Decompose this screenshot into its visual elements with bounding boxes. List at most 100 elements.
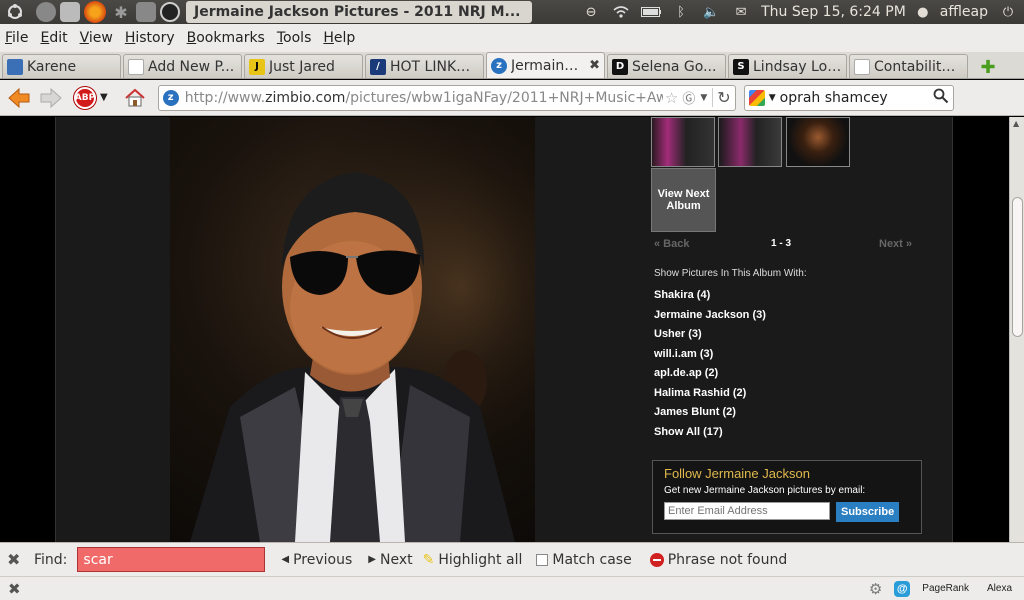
firefox-icon[interactable] [84,1,106,23]
person-link[interactable]: Usher (3) [654,328,766,348]
show-all-link[interactable]: Show All (17) [654,426,766,446]
tab-karene[interactable]: Karene [2,54,121,78]
tab-close-icon[interactable]: ✖ [589,58,600,73]
camera-icon[interactable] [160,2,180,22]
volume-icon[interactable]: 🔈 [701,4,721,20]
view-next-album-button[interactable]: View Next Album [651,168,716,232]
shutdown-icon[interactable]: ⏻ [998,4,1018,20]
reload-icon[interactable]: ↻ [712,88,731,107]
person-link[interactable]: Shakira (4) [654,289,766,309]
tab-label: Contabilitate [874,58,963,75]
match-case-checkbox[interactable]: Match case [536,552,632,568]
navigation-bar: ABP ▼ z http://www.zimbio.com/pictures/w… [0,80,1024,116]
find-next-button[interactable]: ▶ Next [368,552,412,568]
at-sign-icon[interactable]: @ [894,580,911,597]
vertical-scrollbar[interactable]: ▲ [1009,117,1024,542]
search-bar[interactable]: ▼ oprah shamcey [743,84,954,111]
person-link[interactable]: will.i.am (3) [654,348,766,368]
menu-file[interactable]: File [5,30,28,46]
menu-help[interactable]: Help [323,30,355,46]
status-bar: ✖ ⚙ @ PageRank Alexa [0,576,1024,600]
menu-edit[interactable]: Edit [40,30,67,46]
google-c-icon[interactable]: Ⓖ [682,88,695,107]
tab-jermaine[interactable]: z Jermaine... ✖ [486,52,605,78]
forward-arrow-icon[interactable] [38,85,64,111]
scrollbar-thumb[interactable] [1012,197,1023,337]
mail-icon[interactable]: ✉ [731,4,751,20]
checkbox[interactable] [536,553,549,566]
scroll-up-icon[interactable]: ▲ [1013,119,1019,128]
top-panel: ✱ Jermaine Jackson Pictures - 2011 NRJ M… [0,0,1024,24]
tab-just-jared[interactable]: J Just Jared [244,54,363,78]
google-search-engine-icon[interactable] [748,89,765,106]
user-icon[interactable]: ● [916,4,930,20]
chevron-down-icon[interactable]: ▼ [100,92,108,103]
album-thumbnail[interactable] [651,117,715,167]
back-arrow-icon[interactable] [6,85,32,111]
screenshot-icon[interactable] [136,2,156,22]
highlighter-icon: ✎ [422,551,435,568]
edit-icon[interactable] [60,2,80,22]
clock[interactable]: Thu Sep 15, 6:24 PM [761,4,906,20]
ubuntu-logo-icon[interactable] [4,1,26,23]
tab-selena[interactable]: D Selena Go... [607,54,726,78]
email-field[interactable] [664,502,830,520]
power-icon[interactable]: ⊖ [581,4,601,20]
person-link[interactable]: Jermaine Jackson (3) [654,309,766,329]
wifi-icon[interactable] [611,4,631,20]
main-photo[interactable] [170,117,535,542]
next-link[interactable]: Next » [879,238,912,250]
tab-label: Selena Go... [632,58,717,75]
search-icon[interactable] [933,88,949,108]
adblock-plus-icon[interactable]: ABP [74,86,96,109]
menu-tools[interactable]: Tools [277,30,312,46]
bluetooth-icon[interactable]: ᛒ [671,4,691,20]
menu-view[interactable]: View [80,30,113,46]
puzzle-icon[interactable]: ✱ [110,1,132,23]
search-input[interactable]: oprah shamcey [780,90,933,106]
arrow-left-icon: ◀ [281,554,290,565]
page-icon [128,58,144,75]
album-thumbnail[interactable] [718,117,782,167]
status-addons: ⚙ @ PageRank Alexa [869,580,1024,598]
window-title[interactable]: Jermaine Jackson Pictures - 2011 NRJ M..… [186,1,532,23]
find-label: Find: [34,551,68,568]
tab-lindsay[interactable]: S Lindsay Loh... [728,54,847,78]
alexa-label[interactable]: Alexa [987,583,1012,594]
url-text[interactable]: http://www.zimbio.com/pictures/wbw1igaNF… [185,90,663,106]
flag-icon: / [370,58,386,75]
new-tab-plus-icon[interactable]: ✚ [976,56,1000,78]
tab-label: HOT LINKS:... [390,58,479,75]
gear-icon[interactable]: ⚙ [869,580,882,598]
tab-label: Just Jared [269,58,335,75]
battery-icon[interactable] [641,4,662,20]
subscribe-button[interactable]: Subscribe [836,502,900,522]
person-link[interactable]: apl.de.ap (2) [654,367,766,387]
system-icon[interactable] [36,2,56,22]
pagerank-label[interactable]: PageRank [922,583,969,594]
menu-history[interactable]: History [125,30,175,46]
find-input[interactable] [77,547,266,572]
menu-bookmarks[interactable]: Bookmarks [187,30,265,46]
tab-contabilitate[interactable]: Contabilitate [849,54,968,78]
back-link[interactable]: « Back [654,238,689,250]
bookmark-star-icon[interactable]: ☆ [665,89,678,107]
tab-hot-links[interactable]: / HOT LINKS:... [365,54,484,78]
follow-form: Subscribe [664,502,910,522]
highlight-all-button[interactable]: ✎ Highlight all [423,552,523,568]
dropdown-arrow-icon[interactable]: ▼ [700,93,707,103]
username[interactable]: affleap [940,4,988,20]
page-icon [7,58,23,75]
close-icon[interactable]: ✖ [8,580,21,598]
person-link[interactable]: Halima Rashid (2) [654,387,766,407]
home-icon[interactable] [122,85,148,111]
person-link[interactable]: James Blunt (2) [654,406,766,426]
url-bar[interactable]: z http://www.zimbio.com/pictures/wbw1iga… [157,84,736,111]
arrow-right-icon: ▶ [368,554,376,565]
tab-add-new[interactable]: Add New P... [123,54,242,78]
album-thumbnail[interactable] [786,117,850,167]
close-icon[interactable]: ✖ [7,550,23,569]
chevron-down-icon[interactable]: ▼ [769,93,776,103]
find-previous-button[interactable]: ◀ Previous [281,552,352,568]
tab-label: Karene [27,58,77,75]
